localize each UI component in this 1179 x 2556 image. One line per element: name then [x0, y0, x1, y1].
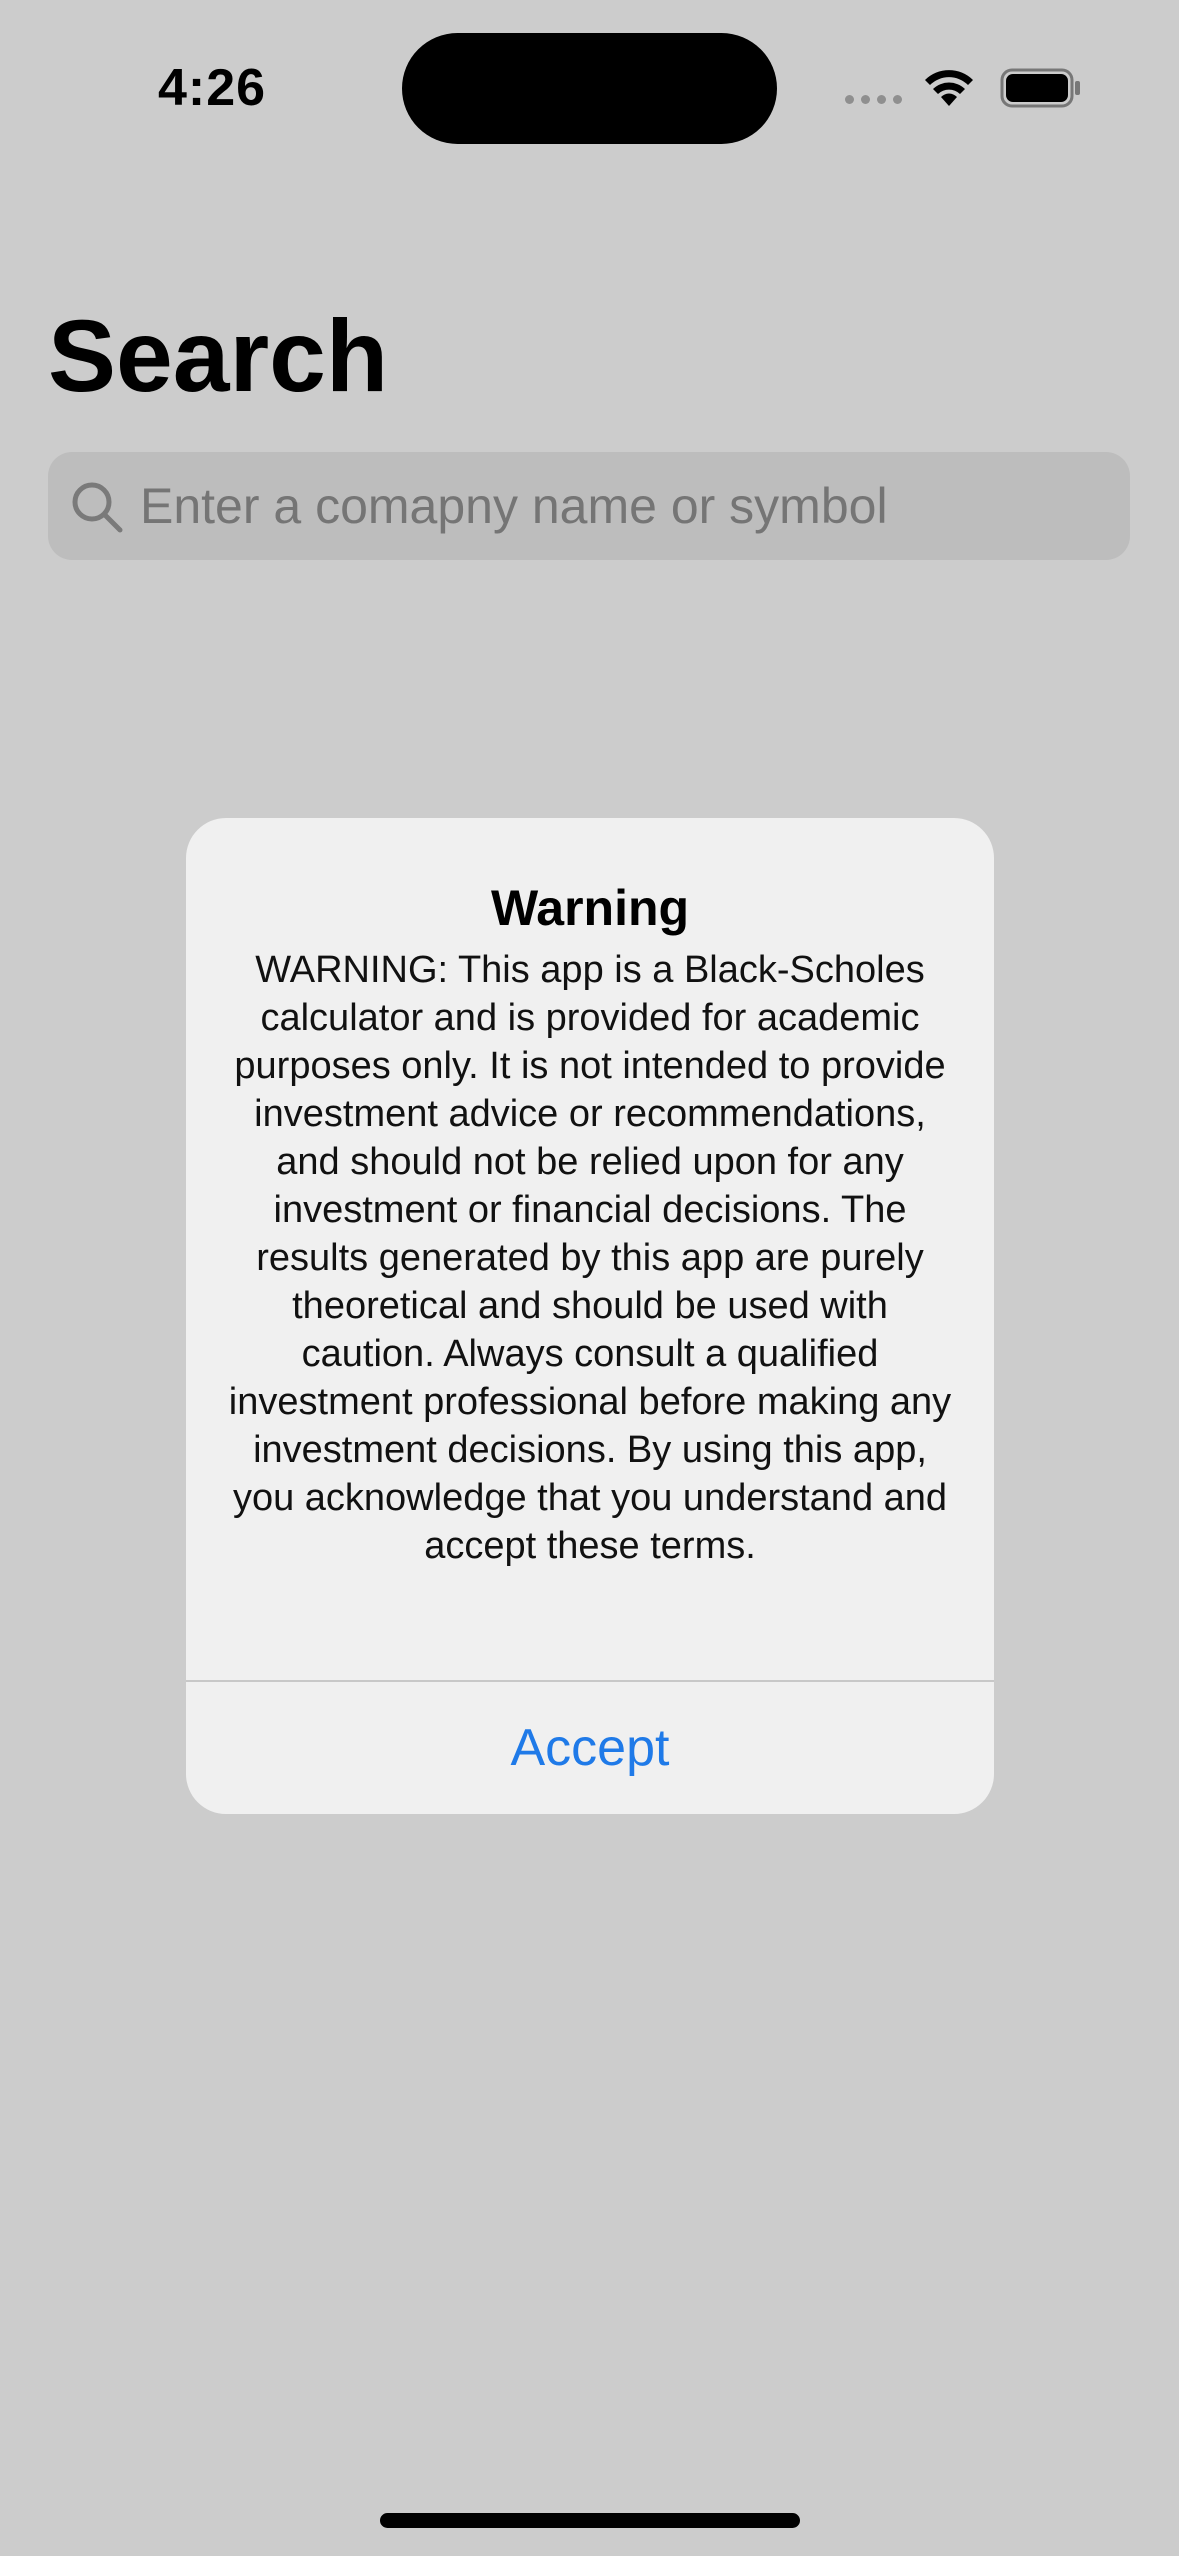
search-input[interactable]: [140, 452, 1110, 560]
home-indicator[interactable]: [380, 2513, 800, 2528]
search-icon: [72, 482, 123, 533]
wifi-icon: [925, 70, 973, 106]
battery-icon: [1000, 68, 1080, 108]
dynamic-island: [402, 33, 777, 144]
accept-button[interactable]: Accept: [186, 1682, 994, 1814]
warning-alert: Warning WARNING: This app is a Black-Sch…: [186, 818, 994, 1814]
cellular-signal-icon: [845, 95, 902, 104]
status-time: 4:26: [158, 59, 267, 117]
alert-title: Warning: [490, 880, 690, 936]
page-title: Search: [48, 299, 389, 413]
alert-message: WARNING: This app is a Black-Scholes cal…: [228, 949, 952, 1567]
search-bar[interactable]: [48, 452, 1130, 560]
